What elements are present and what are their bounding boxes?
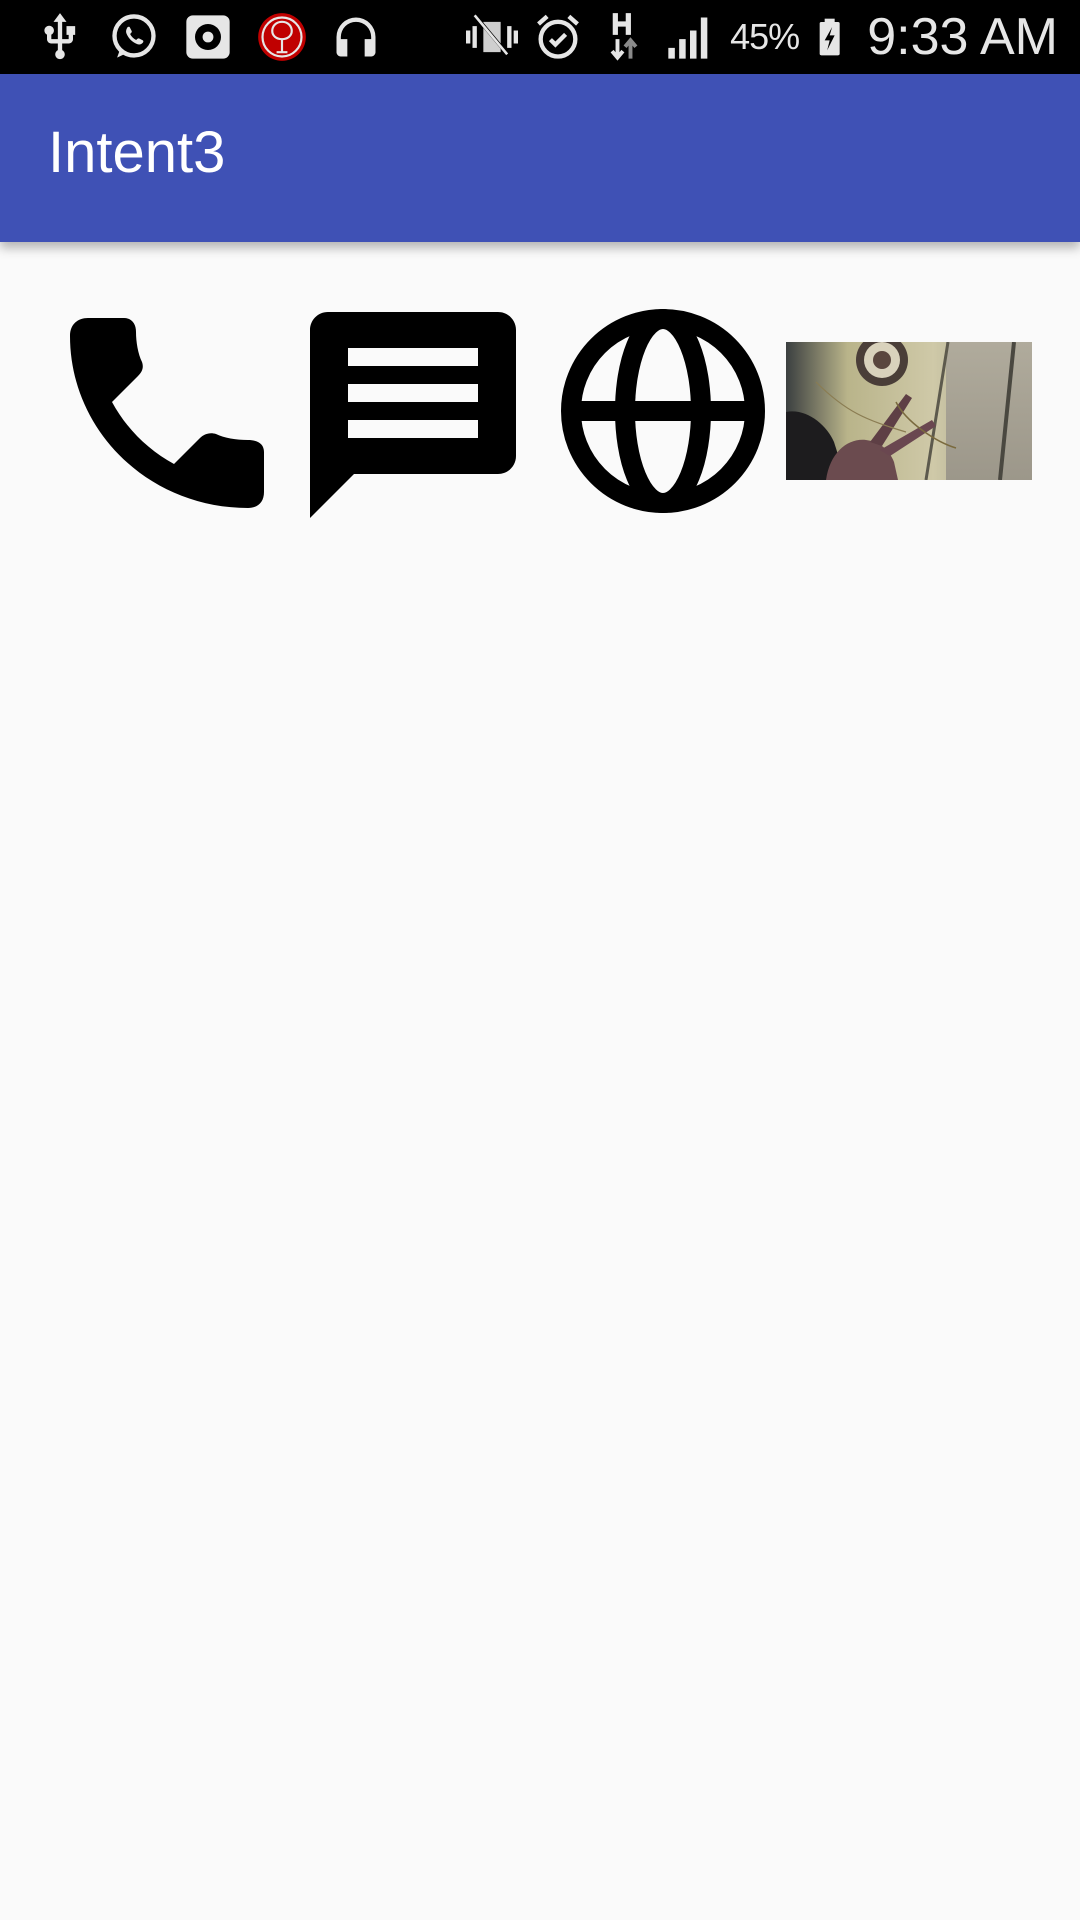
headphones-icon xyxy=(336,17,376,57)
phone-icon xyxy=(70,318,264,508)
app-bar: Intent3 xyxy=(0,74,1080,242)
call-button[interactable] xyxy=(68,312,268,512)
battery-percentage: 45% xyxy=(730,16,800,57)
alarm-icon xyxy=(537,14,580,59)
status-bar-system-icons: 45% 9:33 AM xyxy=(466,8,1058,66)
app-notification-icon xyxy=(258,13,306,61)
data-h-icon xyxy=(610,13,638,61)
battery-charging-icon xyxy=(819,18,840,56)
web-button[interactable] xyxy=(560,308,766,514)
app-title: Intent3 xyxy=(48,120,226,185)
message-icon xyxy=(310,312,516,518)
vibrate-mute-icon xyxy=(466,14,519,58)
photo-thumbnail[interactable] xyxy=(786,342,1032,480)
status-bar-notification-icons xyxy=(34,10,382,64)
media-icon xyxy=(186,15,230,59)
camera-photo-image xyxy=(786,342,1032,480)
usb-icon xyxy=(44,13,76,60)
globe-icon xyxy=(561,309,765,513)
main-content xyxy=(0,242,1080,1920)
clock-time: 9:33 AM xyxy=(867,8,1058,66)
signal-icon xyxy=(668,17,708,59)
whatsapp-icon xyxy=(112,14,156,58)
status-bar: 45% 9:33 AM xyxy=(0,0,1080,74)
message-button[interactable] xyxy=(306,308,520,522)
